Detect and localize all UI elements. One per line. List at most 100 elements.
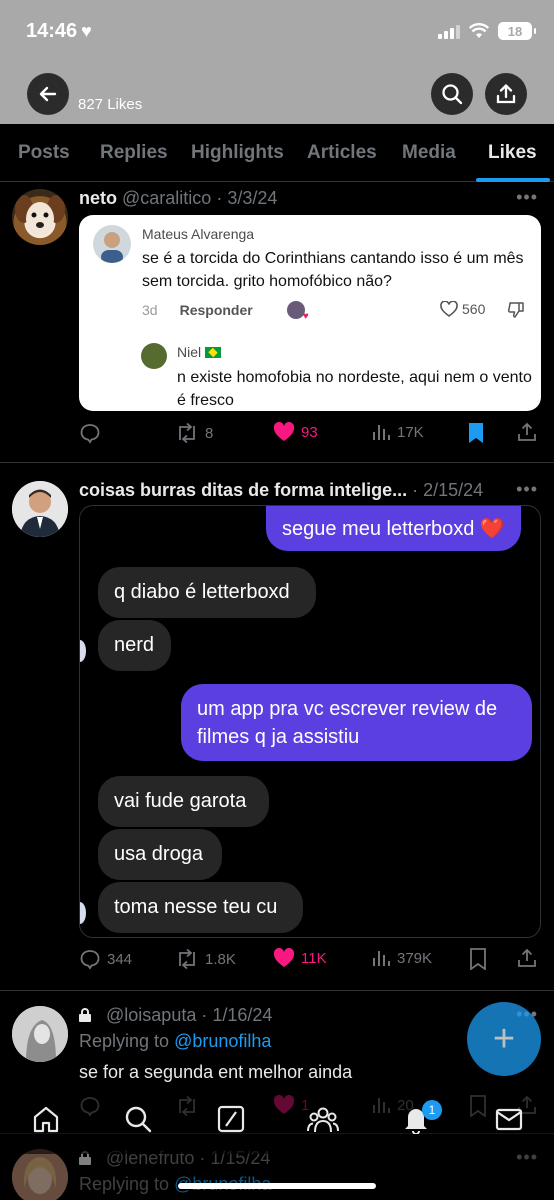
grok-icon: [217, 1105, 245, 1133]
home-icon: [33, 1106, 59, 1133]
back-button[interactable]: [27, 73, 69, 115]
avatar[interactable]: [12, 481, 68, 537]
views-button[interactable]: 379K: [371, 948, 432, 968]
chat-avatar-dot: [80, 902, 86, 924]
bookmark-button[interactable]: [467, 422, 485, 444]
post-actions: 344 1.8K 11K 379K: [79, 948, 541, 974]
commenter-name: Mateus Alvarenga: [142, 226, 255, 242]
views-button[interactable]: 17K: [371, 422, 424, 442]
share-post-button[interactable]: [517, 422, 537, 442]
search-button[interactable]: [431, 73, 473, 115]
nav-communities[interactable]: [307, 1104, 339, 1139]
lock-icon: [79, 1008, 91, 1022]
embedded-comment-card: Mateus Alvarenga se é a torcida do Corin…: [79, 215, 541, 411]
tab-likes[interactable]: Likes: [488, 142, 537, 164]
comment-text: se é a torcida do Corinthians cantando i…: [142, 250, 524, 290]
bookmark-icon: [470, 948, 486, 970]
man-avatar-icon: [12, 481, 68, 537]
views-icon: [373, 425, 390, 440]
comment-reply-label: Responder: [179, 302, 253, 318]
post-date: 1/16/24: [212, 1005, 273, 1025]
share-icon: [518, 948, 536, 967]
repost-button[interactable]: 8: [175, 422, 213, 444]
reply-button[interactable]: [79, 422, 101, 444]
comment-age: 3d: [142, 302, 158, 318]
more-options-icon[interactable]: •••: [516, 187, 538, 208]
reply-text: n existe homofobia no nordeste, aqui nem…: [177, 369, 532, 409]
dislike-icon: [507, 302, 524, 318]
chat-bubble-outgoing: um app pra vc escrever review de filmes …: [181, 684, 532, 761]
reply-avatar: [141, 343, 167, 369]
plus-icon: +: [492, 1017, 516, 1060]
brazil-flag-icon: [205, 347, 222, 358]
heart-outline-icon: [440, 301, 458, 317]
post-date: 2/15/24: [423, 480, 484, 500]
battery-icon: 18: [498, 22, 536, 40]
share-post-button[interactable]: [517, 948, 537, 968]
repost-button[interactable]: 1.8K: [175, 948, 236, 970]
share-button[interactable]: [485, 73, 527, 115]
tab-highlights[interactable]: Highlights: [191, 142, 284, 164]
avatar[interactable]: [12, 1006, 68, 1062]
nav-messages[interactable]: [494, 1104, 524, 1139]
arrow-left-icon: [39, 86, 57, 102]
reply-name: Niel: [177, 344, 222, 360]
repost-icon: [179, 948, 195, 970]
heart-filled-icon: [273, 422, 295, 441]
compose-button[interactable]: +: [467, 1002, 541, 1076]
replying-to: Replying to @brunofilha: [79, 1031, 272, 1051]
bookmark-button[interactable]: [469, 948, 487, 970]
chat-screenshot[interactable]: segue meu letterboxd ❤️ q diabo é letter…: [79, 505, 541, 938]
status-time: 14:46 ♥: [26, 20, 92, 42]
tab-media[interactable]: Media: [402, 142, 456, 164]
home-indicator[interactable]: [178, 1183, 376, 1189]
reply-button[interactable]: 344: [79, 948, 132, 970]
share-icon: [518, 422, 536, 441]
post-author-line: neto @caralitico · 3/3/24: [79, 188, 278, 208]
chat-bubble-outgoing: segue meu letterboxd ❤️: [266, 506, 521, 551]
author-name[interactable]: coisas burras ditas de forma intelige...: [79, 480, 407, 500]
views-icon: [373, 951, 390, 966]
mail-icon: [495, 1108, 523, 1131]
nav-grok[interactable]: [216, 1104, 246, 1139]
communities-icon: [307, 1107, 339, 1133]
avatar[interactable]: [12, 189, 68, 245]
bottom-nav: [0, 1090, 554, 1154]
like-button[interactable]: 11K: [273, 948, 327, 968]
chat-bubble-incoming: q diabo é letterboxd: [98, 567, 316, 618]
profile-tabs: Posts Replies Highlights Articles Media …: [0, 124, 554, 182]
more-options-icon[interactable]: •••: [516, 479, 538, 500]
heart-status-icon: ♥: [81, 21, 92, 41]
post-author-line: coisas burras ditas de forma intelige...…: [79, 480, 484, 500]
post-text: se for a segunda ent melhor ainda: [79, 1062, 353, 1082]
nav-search[interactable]: [123, 1104, 153, 1139]
reaction-avatars: ♥: [286, 301, 309, 322]
nav-home[interactable]: [31, 1104, 61, 1139]
bookmark-filled-icon: [469, 423, 483, 443]
tab-replies[interactable]: Replies: [100, 142, 168, 164]
post-author-line: @loisaputa · 1/16/24: [79, 1005, 272, 1026]
tab-articles[interactable]: Articles: [307, 142, 377, 164]
repost-icon: [179, 422, 195, 444]
replying-to-link[interactable]: @brunofilha: [174, 1031, 271, 1051]
commenter-avatar: [93, 225, 131, 263]
author-handle[interactable]: @loisaputa: [106, 1005, 196, 1025]
like-button[interactable]: 93: [273, 422, 318, 442]
active-tab-indicator: [476, 178, 550, 182]
wifi-icon: [469, 23, 489, 38]
comment-like-count: 560: [440, 301, 485, 317]
status-icons: 18: [438, 22, 536, 40]
search-icon: [125, 1106, 152, 1133]
post-date: 3/3/24: [227, 188, 278, 208]
author-handle[interactable]: @caralitico: [122, 188, 211, 208]
tab-posts[interactable]: Posts: [18, 142, 70, 164]
author-name[interactable]: neto: [79, 188, 117, 208]
post-actions: 8 93 17K: [79, 422, 541, 448]
chat-bubble-incoming: toma nesse teu cu: [98, 882, 303, 933]
chat-bubble-incoming: vai fude garota: [98, 776, 269, 827]
chat-bubble-incoming: usa droga: [98, 829, 222, 880]
comment-meta: 3d Responder ♥: [142, 301, 309, 322]
likes-count: 827 Likes: [78, 96, 143, 113]
reply-icon: [80, 424, 100, 444]
heart-filled-icon: [273, 948, 295, 967]
